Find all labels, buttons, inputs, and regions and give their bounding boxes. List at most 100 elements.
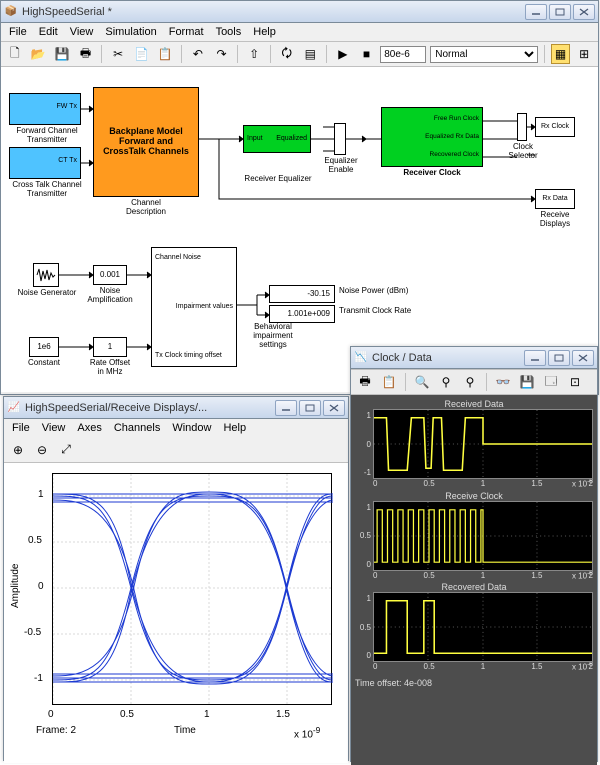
redo-icon[interactable]: ↷ [212, 44, 232, 64]
eye-menu-axes[interactable]: Axes [77, 422, 101, 434]
menu-view[interactable]: View [70, 26, 94, 38]
block-ct-tx[interactable]: CT Tx [9, 147, 81, 179]
block-equalizer[interactable]: Input Equalized [243, 125, 311, 153]
label-noise-pwr: Noise Power (dBm) [339, 287, 429, 296]
zoom-fit-icon[interactable]: ⤢ [56, 440, 76, 460]
frame-label: Frame: 2 [36, 725, 76, 736]
eye-maximize-button[interactable] [299, 400, 321, 416]
scope-print-icon[interactable]: 🖶 [355, 372, 375, 392]
scope-minimize-button[interactable] [524, 350, 546, 366]
ytick-0: 0 [38, 581, 44, 592]
scope-autoscale-icon[interactable]: 👓 [493, 372, 513, 392]
eye-menu-channels[interactable]: Channels [114, 422, 160, 434]
block-rx-clock-out[interactable]: Rx Clock [535, 117, 575, 137]
scope1-yticks: 10-1 [355, 409, 373, 479]
block-noise-amp[interactable]: 0.001 [93, 265, 127, 285]
minimize-button[interactable] [525, 4, 547, 20]
scope-params-icon[interactable]: 📋 [379, 372, 399, 392]
stop-time-input[interactable] [380, 46, 426, 63]
close-button[interactable] [573, 4, 595, 20]
scope-icon: 📈 [7, 401, 21, 415]
scope-save-icon[interactable]: 💾 [517, 372, 537, 392]
menu-tools[interactable]: Tools [216, 26, 242, 38]
sim-mode-select[interactable]: Normal [430, 46, 538, 63]
eye-minimize-button[interactable] [275, 400, 297, 416]
main-menubar: File Edit View Simulation Format Tools H… [1, 23, 598, 41]
label-clock-sel: ClockSelector [505, 143, 541, 161]
eye-close-button[interactable] [323, 400, 345, 416]
eye-menu-file[interactable]: File [12, 422, 30, 434]
paste-icon[interactable]: 📋 [156, 44, 176, 64]
label-noise-gen: Noise Generator [17, 289, 77, 298]
scope-zoom-icon[interactable]: 🔍 [412, 372, 432, 392]
model-canvas[interactable]: FW Tx Forward ChannelTransmitter CT Tx C… [1, 67, 598, 392]
label-impairment: Behavioralimpairmentsettings [245, 323, 301, 349]
build-icon[interactable]: ▤ [300, 44, 320, 64]
model-explorer-icon[interactable]: ⊞ [574, 44, 594, 64]
scope-app-icon: 📉 [354, 351, 368, 365]
block-rate-offset[interactable]: 1 [93, 337, 127, 357]
label-constant: Constant [21, 359, 67, 368]
library-icon[interactable]: ▦ [551, 44, 571, 64]
menu-help[interactable]: Help [253, 26, 276, 38]
cut-icon[interactable]: ✂ [108, 44, 128, 64]
eye-menu-view[interactable]: View [42, 422, 66, 434]
block-clock-sel[interactable] [517, 113, 527, 141]
block-rx-clock[interactable]: Free Run Clock Equalized Rx Data Recover… [381, 107, 483, 167]
save-icon[interactable]: 💾 [52, 44, 72, 64]
menu-format[interactable]: Format [169, 26, 204, 38]
block-impairment[interactable]: Channel Noise Impairment values Tx Clock… [151, 247, 237, 367]
scope-restore-icon[interactable]: 🗔 [541, 372, 561, 392]
main-title: HighSpeedSerial * [22, 6, 525, 18]
rx-clock-port: Rx Clock [541, 123, 569, 131]
refresh-icon[interactable]: 🗘 [277, 44, 297, 64]
zoom-out-icon[interactable]: ⊖ [32, 440, 52, 460]
block-fw-tx[interactable]: FW Tx [9, 93, 81, 125]
scope-axes-3[interactable] [373, 592, 593, 662]
block-rx-data-out[interactable]: Rx Data [535, 189, 575, 209]
eq-rx-data: Equalized Rx Data [425, 133, 479, 140]
scope-window: 📉 Clock / Data 🖶 📋 🔍 ⚲ ⚲ 👓 💾 🗔 ⊡ Receive… [350, 346, 598, 762]
scope-time-offset: Time offset: 4e-008 [355, 678, 593, 688]
eye-toolbar: ⊕ ⊖ ⤢ [4, 437, 348, 463]
scope-float-icon[interactable]: ⊡ [565, 372, 585, 392]
scope-zoomy-icon[interactable]: ⚲ [460, 372, 480, 392]
nav-up-icon[interactable]: ⇧ [244, 44, 264, 64]
scope-axes-2[interactable] [373, 501, 593, 571]
block-noise-gen[interactable] [33, 263, 59, 287]
block-noise-pwr-display[interactable]: -30.15 [269, 285, 335, 303]
block-constant[interactable]: 1e6 [29, 337, 59, 357]
scope-title-2: Receive Clock [355, 491, 593, 501]
scope-axes-1[interactable] [373, 409, 593, 479]
menu-edit[interactable]: Edit [39, 26, 58, 38]
undo-icon[interactable]: ↶ [188, 44, 208, 64]
scope-maximize-button[interactable] [548, 350, 570, 366]
copy-icon[interactable]: 📄 [132, 44, 152, 64]
zoom-in-icon[interactable]: ⊕ [8, 440, 28, 460]
scope-close-button[interactable] [572, 350, 594, 366]
maximize-button[interactable] [549, 4, 571, 20]
eye-xlabel: Time [174, 725, 196, 736]
eye-menu-help[interactable]: Help [223, 422, 246, 434]
recovered-clock: Recovered Clock [430, 151, 480, 158]
block-tx-rate-display[interactable]: 1.001e+009 [269, 305, 335, 323]
rx-data-port: Rx Data [542, 195, 567, 203]
eye-axes[interactable] [52, 473, 332, 705]
label-noise-amp: NoiseAmplification [83, 287, 137, 305]
menu-file[interactable]: File [9, 26, 27, 38]
main-titlebar: 📦 HighSpeedSerial * [1, 1, 598, 23]
stop-icon[interactable]: ■ [357, 44, 377, 64]
scope-zoomx-icon[interactable]: ⚲ [436, 372, 456, 392]
block-eq-switch[interactable] [334, 123, 346, 155]
print-icon[interactable]: 🖶 [76, 44, 96, 64]
eye-menu-window[interactable]: Window [172, 422, 211, 434]
scope-title-3: Recovered Data [355, 582, 593, 592]
new-icon[interactable]: 🗋 [5, 44, 25, 64]
app-icon: 📦 [4, 5, 18, 19]
open-icon[interactable]: 📂 [29, 44, 49, 64]
block-backplane[interactable]: Backplane ModelForward andCrossTalk Chan… [93, 87, 199, 197]
menu-simulation[interactable]: Simulation [105, 26, 156, 38]
main-toolbar: 🗋 📂 💾 🖶 ✂ 📄 📋 ↶ ↷ ⇧ 🗘 ▤ ▶ ■ Normal ▦ ⊞ [1, 41, 598, 67]
free-run-clock: Free Run Clock [434, 115, 479, 122]
run-icon[interactable]: ▶ [333, 44, 353, 64]
